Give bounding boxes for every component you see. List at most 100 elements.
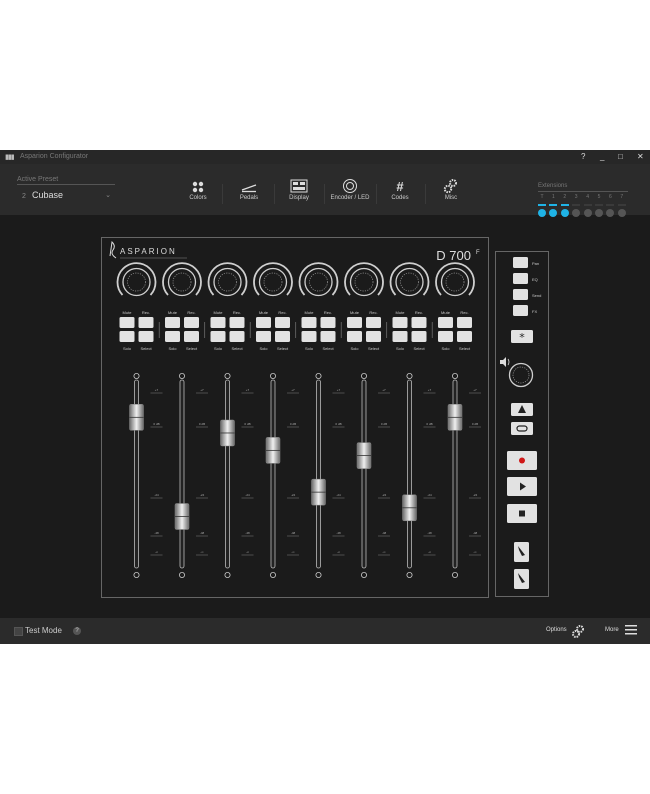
select-button[interactable] [366,331,381,342]
toolbar: Active Preset 2 Cubase ⌄ Colors Pedals D… [0,164,650,217]
select-button[interactable] [457,331,472,342]
fader-track [225,379,230,569]
encoder-knob[interactable] [395,267,424,297]
mute-button[interactable] [165,317,180,328]
window-title: Asparion Configurator [20,153,89,160]
mute-button[interactable] [301,317,317,328]
select-button[interactable] [229,331,245,342]
mode-label-eq: EQ [532,277,538,282]
extension-number: 5 [597,194,601,200]
fader-touch-led [360,372,367,379]
loop-button[interactable] [511,422,533,435]
test-mode-label: Test Mode [25,626,62,635]
record-icon [519,457,525,464]
extension-bar [606,204,615,206]
solo-button[interactable] [347,331,362,342]
scale-label: -24 [473,493,478,497]
close-button[interactable]: ✕ [637,152,644,161]
preset-dropdown[interactable]: 2 Cubase ⌄ [17,184,115,205]
rec-button[interactable] [457,317,472,328]
encoder-knob[interactable] [167,267,197,297]
extension-indicator[interactable] [606,209,615,217]
extension-number: 3 [574,194,578,200]
mode-button-eq[interactable] [513,273,528,284]
scale-label: +7 [246,388,250,392]
rec-label: Rec. [142,310,150,315]
fader-bottom-led [269,571,276,578]
select-button[interactable] [320,331,336,342]
logo-mark-icon [109,240,117,259]
solo-button[interactable] [392,331,408,342]
select-button[interactable] [275,331,290,342]
select-button[interactable] [138,331,154,342]
solo-button[interactable] [438,331,453,342]
rec-button[interactable] [184,317,199,328]
extension-number: 6 [609,194,612,200]
speaker-wave-icon [507,358,510,366]
device-panel: ASPARION D 700 F Mute Rec. Solo Select +7 0 dB -2… [101,237,489,598]
options-button[interactable]: Options [546,627,567,633]
solo-label: Solo [441,346,450,351]
solo-button[interactable] [256,331,271,342]
mode-button-send[interactable] [513,289,528,300]
solo-button[interactable] [301,331,317,342]
options-gear-icon[interactable] [571,624,585,638]
solo-button[interactable] [119,331,135,342]
scale-label: +7 [200,388,204,392]
extension-indicator[interactable] [538,209,546,217]
scale-label: -48 [427,531,432,535]
nav-misc[interactable]: Misc [421,178,481,210]
minimize-button[interactable]: _ [600,152,604,161]
solo-button[interactable] [210,331,226,342]
mode-button-pan[interactable] [513,257,528,268]
scale-label: -24 [245,493,250,497]
rec-label: Rec. [415,310,423,315]
rec-button[interactable] [229,317,245,328]
extension-bar [572,204,581,206]
solo-button[interactable] [165,331,180,342]
encoder-knob[interactable] [258,267,288,297]
mute-button[interactable] [119,317,135,328]
extension-indicator[interactable] [583,209,592,217]
scale-label: -24 [200,493,205,497]
mode-button-fx[interactable] [513,305,528,316]
app-grid-icon[interactable]: ▮▮▮ [5,153,15,161]
rec-label: Rec. [187,310,195,315]
rec-button[interactable] [411,317,427,328]
gears-icon [443,179,457,194]
rec-button[interactable] [366,317,381,328]
mute-button[interactable] [438,317,453,328]
scale-label: +7 [473,388,477,392]
rec-button[interactable] [275,317,290,328]
mute-button[interactable] [347,317,362,328]
fader-touch-led [315,372,322,379]
rec-button[interactable] [138,317,154,328]
encoder-knob[interactable] [349,267,379,297]
extension-indicator[interactable] [595,209,603,217]
scale-label: -48 [291,531,296,535]
select-button[interactable] [411,331,427,342]
help-button[interactable]: ? [581,152,585,161]
encoder-knob[interactable] [304,267,333,297]
scale-label: +7 [428,388,432,392]
hamburger-menu-icon[interactable] [625,625,637,635]
extension-indicator[interactable] [549,209,558,217]
extension-indicator[interactable] [572,209,581,217]
extension-number: 2 [563,194,567,200]
app-window: ▮▮▮ Asparion Configurator ? _ □ ✕ Active… [0,150,650,644]
preset-number: 2 [22,193,26,200]
encoder-knob[interactable] [213,267,242,297]
extension-indicator[interactable] [560,209,569,217]
mute-button[interactable] [210,317,226,328]
mute-button[interactable] [392,317,408,328]
encoder-knob[interactable] [440,267,470,297]
encoder-knob[interactable] [122,267,151,297]
extension-indicator[interactable] [617,209,626,217]
help-icon[interactable]: ? [73,627,81,635]
select-button[interactable] [184,331,199,342]
mute-button[interactable] [256,317,271,328]
more-button[interactable]: More [605,627,619,633]
maximize-button[interactable]: □ [618,152,623,161]
rec-button[interactable] [320,317,336,328]
test-mode-checkbox[interactable] [14,627,23,636]
